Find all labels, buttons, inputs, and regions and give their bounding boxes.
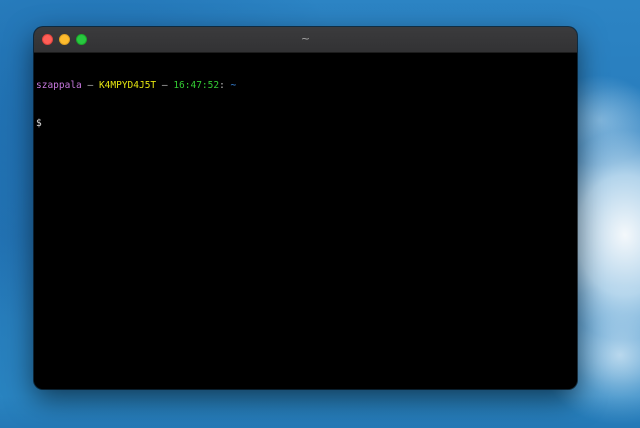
terminal-window[interactable]: ~ szappala – K4MPYD4J5T – 16:47:52: ~ $ <box>34 27 577 389</box>
prompt-host: K4MPYD4J5T <box>98 80 157 91</box>
prompt-time: 16:47:52 <box>173 80 220 91</box>
command-input[interactable] <box>42 116 48 126</box>
terminal-output[interactable]: szappala – K4MPYD4J5T – 16:47:52: ~ $ <box>34 53 577 389</box>
window-title: ~ <box>300 32 311 45</box>
prompt-user: szappala <box>36 80 82 91</box>
prompt-line: szappala – K4MPYD4J5T – 16:47:52: ~ <box>36 80 577 92</box>
prompt-separator: – <box>156 80 174 91</box>
prompt-cwd: ~ <box>230 80 237 91</box>
input-line[interactable]: $ <box>36 116 577 129</box>
desktop-bottom-area <box>0 396 640 428</box>
prompt-colon: : <box>219 80 231 91</box>
prompt-separator: – <box>81 80 99 91</box>
window-titlebar[interactable]: ~ <box>34 27 577 53</box>
